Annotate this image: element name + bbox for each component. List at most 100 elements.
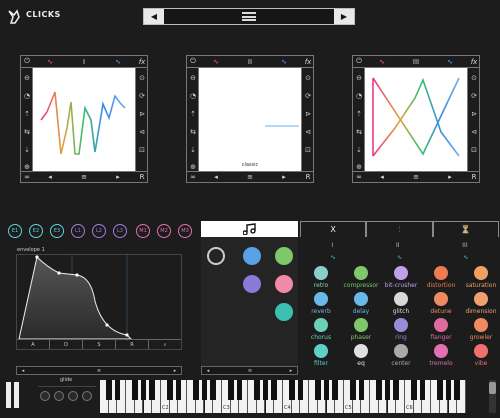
wave-blue-icon[interactable]: ∿ xyxy=(439,56,461,67)
mod-source-l3[interactable]: L3 xyxy=(113,224,127,238)
random-icon[interactable]: R xyxy=(302,171,314,182)
mod-wheel[interactable] xyxy=(14,382,19,408)
wave-pink-icon[interactable]: ∿ xyxy=(39,56,61,67)
shuffle-icon[interactable]: ⇆ xyxy=(187,126,199,138)
envelope-zoom-icon[interactable]: ⌕ xyxy=(149,340,181,349)
wave-pink-icon[interactable]: ∿ xyxy=(371,56,393,67)
fx-bit-crusher[interactable]: bit-crusher xyxy=(380,266,422,294)
brush-icon[interactable]: ⊙ xyxy=(136,72,148,84)
wave-menu-icon[interactable]: ≡ xyxy=(77,171,91,182)
wave-icon[interactable]: ∿ xyxy=(331,254,336,261)
black-key[interactable] xyxy=(149,380,156,400)
sequencer-header[interactable] xyxy=(201,221,298,237)
down-icon[interactable]: ⇣ xyxy=(21,144,33,156)
mod-source-l2[interactable]: L2 xyxy=(92,224,106,238)
envelope-graph[interactable] xyxy=(17,255,181,341)
fx-reverb[interactable]: reverb xyxy=(300,292,342,320)
wave-menu-icon[interactable]: ≡ xyxy=(243,171,257,182)
black-key[interactable] xyxy=(193,380,199,400)
fx-retro[interactable]: retro xyxy=(300,266,342,294)
preset-menu-icon[interactable] xyxy=(242,12,256,21)
black-key[interactable] xyxy=(227,380,234,400)
fx-tab-bypass[interactable]: X xyxy=(300,221,367,237)
power-icon[interactable]: ⏻ xyxy=(21,56,33,67)
strip-menu-icon[interactable]: ≡ xyxy=(93,367,105,374)
fx-detune[interactable]: detune xyxy=(420,292,462,320)
mode-loop-icon[interactable] xyxy=(275,303,293,321)
mirror-icon[interactable]: ⊳ xyxy=(468,108,480,120)
fx-filter[interactable]: filter xyxy=(300,344,342,372)
mod-source-e3[interactable]: E3 xyxy=(50,224,64,238)
envelope-tab-release[interactable]: R xyxy=(116,340,149,349)
knob-2[interactable] xyxy=(54,391,64,401)
fx-ring[interactable]: ring xyxy=(380,318,422,346)
wave-icon[interactable]: ∿ xyxy=(397,254,402,261)
fx-dimension[interactable]: dimension xyxy=(460,292,500,320)
envelope-editor[interactable]: A D S R ⌕ xyxy=(16,254,182,350)
fx-slot-1[interactable]: I xyxy=(331,242,333,249)
piano-keyboard[interactable]: C2 C3 C4 C5 C6 xyxy=(100,380,466,413)
knob-icon[interactable]: ◔ xyxy=(353,90,365,102)
mod-source-e1[interactable]: E1 xyxy=(8,224,22,238)
strip-menu-icon[interactable]: ≡ xyxy=(244,367,256,374)
brush-icon[interactable]: ⊙ xyxy=(468,72,480,84)
fx-tab-filter[interactable]: ⫶ xyxy=(366,221,433,237)
brush-icon[interactable]: ⊙ xyxy=(302,72,314,84)
preset-prev-button[interactable]: ◀ xyxy=(144,9,164,24)
mod-source-m2[interactable]: M2 xyxy=(157,224,171,238)
prev-wave-button[interactable]: ◂ xyxy=(45,171,55,182)
fx-delay[interactable]: delay xyxy=(340,292,382,320)
fx-chorus[interactable]: chorus xyxy=(300,318,342,346)
black-key[interactable] xyxy=(323,380,330,400)
fx-slot-3[interactable]: III xyxy=(462,242,467,249)
down-icon[interactable]: ⇣ xyxy=(187,144,199,156)
fx-tab-route[interactable]: ⏳ xyxy=(432,221,499,237)
fx-distortion[interactable]: distortion xyxy=(420,266,462,294)
osc-1-mode-label[interactable]: I xyxy=(73,56,95,67)
scale-icon[interactable]: ⊡ xyxy=(468,144,480,156)
fx-icon[interactable]: fx xyxy=(468,56,480,67)
fx-growler[interactable]: growler xyxy=(460,318,500,346)
mode-rings-icon[interactable] xyxy=(207,247,225,265)
fx-compressor[interactable]: compressor xyxy=(340,266,382,294)
fx-saturation[interactable]: saturation xyxy=(460,266,500,294)
scroll-left-button[interactable]: ◂ xyxy=(202,367,214,374)
lock-icon[interactable]: ⊖ xyxy=(187,72,199,84)
sync-icon[interactable]: ⟳ xyxy=(136,90,148,102)
power-icon[interactable]: ⏻ xyxy=(187,56,199,67)
keyboard-scroll-thumb[interactable] xyxy=(489,382,496,394)
black-key[interactable] xyxy=(332,380,339,400)
black-key[interactable] xyxy=(140,380,147,400)
black-key[interactable] xyxy=(105,380,112,400)
fx-tremelo[interactable]: tremelo xyxy=(420,344,462,372)
black-key[interactable] xyxy=(437,380,443,400)
down-icon[interactable]: ⇣ xyxy=(353,144,365,156)
black-key[interactable] xyxy=(254,380,260,400)
next-wave-button[interactable]: ▸ xyxy=(113,171,123,182)
mirror-icon[interactable]: ⊳ xyxy=(136,108,148,120)
mode-spiral-icon[interactable] xyxy=(243,247,261,265)
fx-icon[interactable]: fx xyxy=(136,56,148,67)
black-key[interactable] xyxy=(349,380,356,400)
knob-3[interactable] xyxy=(68,391,78,401)
knob-icon[interactable]: ◔ xyxy=(21,90,33,102)
knob-icon[interactable]: ◔ xyxy=(187,90,199,102)
up-icon[interactable]: ⇡ xyxy=(353,108,365,120)
black-key[interactable] xyxy=(445,380,452,400)
black-key[interactable] xyxy=(358,380,365,400)
osc-1-waveform-view[interactable] xyxy=(33,68,135,171)
fx-phaser[interactable]: phaser xyxy=(340,318,382,346)
mod-source-m1[interactable]: M1 xyxy=(136,224,150,238)
fx-center[interactable]: center xyxy=(380,344,422,372)
black-key[interactable] xyxy=(132,380,138,400)
prev-wave-button[interactable]: ◂ xyxy=(211,171,221,182)
wave-icon[interactable]: ∿ xyxy=(463,254,468,261)
knob-4[interactable] xyxy=(82,391,92,401)
scroll-left-button[interactable]: ◂ xyxy=(17,367,29,374)
fx-slot-2[interactable]: II xyxy=(396,242,400,249)
mod-source-m3[interactable]: M3 xyxy=(178,224,192,238)
mode-arc-icon[interactable] xyxy=(243,275,261,293)
infinity-icon[interactable]: ∞ xyxy=(21,171,33,182)
osc-2-waveform-view[interactable]: classic xyxy=(199,68,301,171)
black-key[interactable] xyxy=(315,380,321,400)
